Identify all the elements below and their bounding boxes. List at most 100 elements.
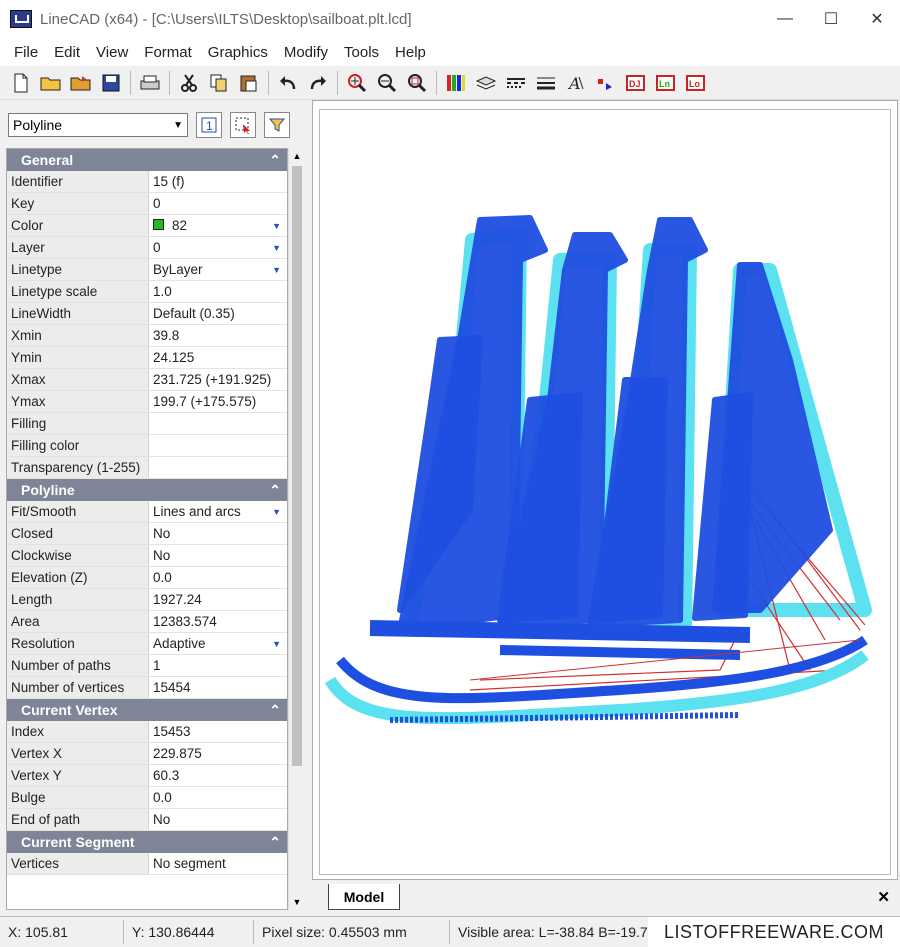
property-value[interactable]: No <box>149 809 287 830</box>
new-file-icon[interactable] <box>6 69 36 97</box>
filter-button[interactable] <box>264 112 290 138</box>
property-row[interactable]: Bulge 0.0 <box>7 787 287 809</box>
menu-edit[interactable]: Edit <box>46 44 88 61</box>
save-icon[interactable] <box>96 69 126 97</box>
text-style-icon[interactable]: A <box>561 69 591 97</box>
property-row[interactable]: Number of paths 1 <box>7 655 287 677</box>
property-row[interactable]: Elevation (Z) 0.0 <box>7 567 287 589</box>
property-row[interactable]: Vertex X 229.875 <box>7 743 287 765</box>
zoom-out-icon[interactable] <box>372 69 402 97</box>
drawing-canvas[interactable] <box>312 100 898 880</box>
point-icon[interactable] <box>591 69 621 97</box>
property-value[interactable]: 229.875 <box>149 743 287 764</box>
property-row[interactable]: Fit/Smooth Lines and arcs ▼ <box>7 501 287 523</box>
close-tab-icon[interactable]: ✕ <box>877 888 890 906</box>
property-value[interactable]: 1 <box>149 655 287 676</box>
object-type-combo[interactable]: Polyline ▼ <box>8 113 188 137</box>
dropdown-arrow-icon[interactable]: ▼ <box>272 501 281 522</box>
close-window-button[interactable]: ✕ <box>854 0 900 38</box>
property-row[interactable]: Length 1927.24 <box>7 589 287 611</box>
menu-graphics[interactable]: Graphics <box>200 44 276 61</box>
property-row[interactable]: Filling color <box>7 435 287 457</box>
scroll-up-icon[interactable]: ▲ <box>289 148 305 164</box>
menu-file[interactable]: File <box>6 44 46 61</box>
property-value[interactable]: 231.725 (+191.925) <box>149 369 287 390</box>
color-bars-icon[interactable] <box>441 69 471 97</box>
property-value[interactable] <box>149 435 287 456</box>
print-icon[interactable] <box>135 69 165 97</box>
property-value[interactable]: 0.0 <box>149 787 287 808</box>
property-value[interactable]: ByLayer ▼ <box>149 259 287 280</box>
property-row[interactable]: Filling <box>7 413 287 435</box>
property-row[interactable]: Linetype scale 1.0 <box>7 281 287 303</box>
undo-icon[interactable] <box>273 69 303 97</box>
section-header[interactable]: General ⌃ <box>7 149 287 171</box>
zoom-window-icon[interactable] <box>342 69 372 97</box>
collapse-icon[interactable]: ⌃ <box>269 482 281 499</box>
property-value[interactable]: 0 ▼ <box>149 237 287 258</box>
property-row[interactable]: Layer 0 ▼ <box>7 237 287 259</box>
property-row[interactable]: Ymin 24.125 <box>7 347 287 369</box>
property-value[interactable]: 12383.574 <box>149 611 287 632</box>
property-value[interactable]: 82 ▼ <box>149 215 287 236</box>
property-value[interactable]: 0 <box>149 193 287 214</box>
property-value[interactable]: No <box>149 545 287 566</box>
property-row[interactable]: Vertices No segment <box>7 853 287 875</box>
property-row[interactable]: Area 12383.574 <box>7 611 287 633</box>
cut-icon[interactable] <box>174 69 204 97</box>
rect-icon[interactable]: Lo <box>681 69 711 97</box>
dropdown-arrow-icon[interactable]: ▼ <box>272 215 281 236</box>
menu-help[interactable]: Help <box>387 44 434 61</box>
property-row[interactable]: Clockwise No <box>7 545 287 567</box>
menu-format[interactable]: Format <box>136 44 200 61</box>
property-row[interactable]: Resolution Adaptive ▼ <box>7 633 287 655</box>
property-value[interactable]: Adaptive ▼ <box>149 633 287 654</box>
line-icon[interactable]: Ln <box>651 69 681 97</box>
section-header[interactable]: Polyline ⌃ <box>7 479 287 501</box>
property-row[interactable]: Ymax 199.7 (+175.575) <box>7 391 287 413</box>
redo-icon[interactable] <box>303 69 333 97</box>
property-scrollbar[interactable]: ▲ ▼ <box>288 148 304 910</box>
property-value[interactable]: Default (0.35) <box>149 303 287 324</box>
lineweight-icon[interactable] <box>531 69 561 97</box>
property-row[interactable]: Linetype ByLayer ▼ <box>7 259 287 281</box>
property-value[interactable] <box>149 457 287 478</box>
property-row[interactable]: Identifier 15 (f) <box>7 171 287 193</box>
menu-view[interactable]: View <box>88 44 136 61</box>
scroll-down-icon[interactable]: ▼ <box>289 894 305 910</box>
menu-tools[interactable]: Tools <box>336 44 387 61</box>
property-value[interactable]: 24.125 <box>149 347 287 368</box>
property-row[interactable]: End of path No <box>7 809 287 831</box>
dropdown-arrow-icon[interactable]: ▼ <box>272 237 281 258</box>
section-header[interactable]: Current Segment ⌃ <box>7 831 287 853</box>
property-value[interactable]: 15 (f) <box>149 171 287 192</box>
collapse-icon[interactable]: ⌃ <box>269 152 281 169</box>
property-row[interactable]: Color 82 ▼ <box>7 215 287 237</box>
property-row[interactable]: Vertex Y 60.3 <box>7 765 287 787</box>
drawing-viewport[interactable] <box>319 109 891 875</box>
property-row[interactable]: Transparency (1-255) <box>7 457 287 479</box>
linetypes-icon[interactable] <box>501 69 531 97</box>
paste-icon[interactable] <box>234 69 264 97</box>
property-value[interactable]: No <box>149 523 287 544</box>
open-recent-icon[interactable] <box>66 69 96 97</box>
minimize-button[interactable]: — <box>762 0 808 38</box>
property-value[interactable]: 15453 <box>149 721 287 742</box>
select-objects-button[interactable] <box>230 112 256 138</box>
property-row[interactable]: LineWidth Default (0.35) <box>7 303 287 325</box>
property-row[interactable]: Number of vertices 15454 <box>7 677 287 699</box>
zoom-extents-icon[interactable] <box>402 69 432 97</box>
property-row[interactable]: Key 0 <box>7 193 287 215</box>
dropdown-arrow-icon[interactable]: ▼ <box>272 259 281 280</box>
menu-modify[interactable]: Modify <box>276 44 336 61</box>
property-value[interactable]: 199.7 (+175.575) <box>149 391 287 412</box>
tab-model[interactable]: Model <box>328 884 400 910</box>
layers-icon[interactable] <box>471 69 501 97</box>
property-value[interactable]: 0.0 <box>149 567 287 588</box>
property-value[interactable]: 39.8 <box>149 325 287 346</box>
property-row[interactable]: Xmin 39.8 <box>7 325 287 347</box>
property-value[interactable]: 60.3 <box>149 765 287 786</box>
collapse-icon[interactable]: ⌃ <box>269 702 281 719</box>
property-value[interactable]: 1927.24 <box>149 589 287 610</box>
scroll-thumb[interactable] <box>292 166 302 766</box>
